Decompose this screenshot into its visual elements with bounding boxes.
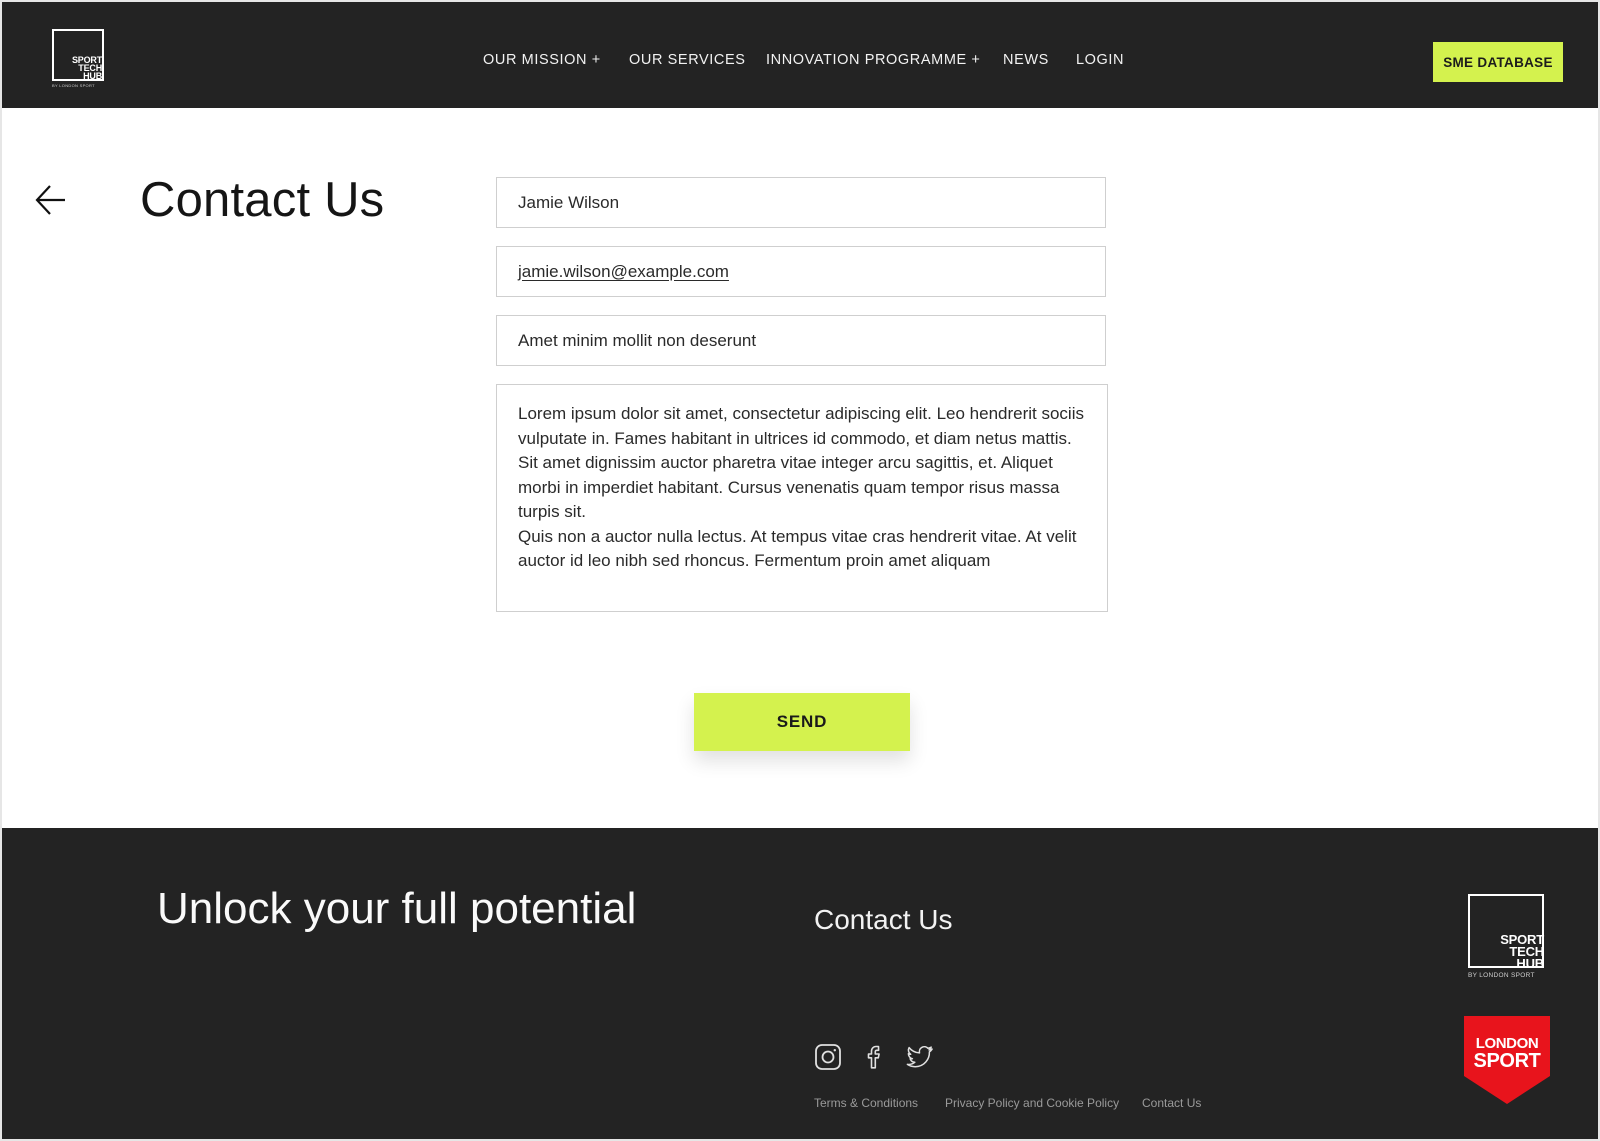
nav-login[interactable]: LOGIN <box>1076 52 1124 68</box>
footer-sport-tech-hub-logo[interactable]: SPORT TECH HUB BY LONDON SPORT <box>1468 894 1546 984</box>
footer-link-terms[interactable]: Terms & Conditions <box>814 1096 918 1110</box>
footer-tagline: Unlock your full potential <box>157 884 637 933</box>
site-header: SPORT TECH HUB BY LONDON SPORT OUR MISSI… <box>2 2 1598 108</box>
message-textarea[interactable]: Lorem ipsum dolor sit amet, consectetur … <box>496 384 1108 612</box>
london-sport-badge-text: LONDON SPORT <box>1464 1036 1550 1071</box>
email-field[interactable]: jamie.wilson@example.com <box>496 246 1106 297</box>
send-button[interactable]: SEND <box>694 693 910 751</box>
london-sport-badge[interactable]: LONDON SPORT <box>1464 1016 1550 1104</box>
footer-link-contact[interactable]: Contact Us <box>1142 1096 1201 1110</box>
name-field-value: Jamie Wilson <box>518 192 620 212</box>
nav-our-mission[interactable]: OUR MISSION + <box>483 52 601 68</box>
subject-field[interactable]: Amet minim mollit non deserunt <box>496 315 1106 366</box>
instagram-icon[interactable] <box>813 1042 843 1072</box>
footer-link-privacy[interactable]: Privacy Policy and Cookie Policy <box>945 1096 1119 1110</box>
footer-logo-subtitle: BY LONDON SPORT <box>1468 972 1535 979</box>
main-nav: OUR MISSION + OUR SERVICES INNOVATION PR… <box>2 52 1598 72</box>
name-field[interactable]: Jamie Wilson <box>496 177 1106 228</box>
twitter-icon[interactable] <box>905 1042 935 1072</box>
badge-line-sport: SPORT <box>1473 1050 1541 1072</box>
page: SPORT TECH HUB BY LONDON SPORT OUR MISSI… <box>2 2 1598 1139</box>
subject-field-value: Amet minim mollit non deserunt <box>518 330 757 350</box>
logo-subtitle: BY LONDON SPORT <box>52 83 95 88</box>
badge-line-london: LONDON <box>1475 1035 1539 1052</box>
nav-our-services[interactable]: OUR SERVICES <box>629 52 746 68</box>
footer-contact-link[interactable]: Contact Us <box>814 904 953 936</box>
email-field-value: jamie.wilson@example.com <box>518 261 729 281</box>
site-footer: Unlock your full potential Contact Us Te… <box>2 828 1598 1139</box>
footer-logo-line-hub: HUB <box>1516 956 1544 971</box>
sme-database-button[interactable]: SME DATABASE <box>1433 42 1563 82</box>
logo-line-hub: HUB <box>83 71 102 81</box>
nav-news[interactable]: NEWS <box>1003 52 1049 68</box>
footer-logo-text: SPORT TECH HUB <box>1500 933 1544 971</box>
nav-innovation-programme[interactable]: INNOVATION PROGRAMME + <box>766 52 980 68</box>
facebook-icon[interactable] <box>860 1042 890 1072</box>
page-title: Contact Us <box>140 173 385 227</box>
arrow-left-icon[interactable] <box>34 183 68 217</box>
